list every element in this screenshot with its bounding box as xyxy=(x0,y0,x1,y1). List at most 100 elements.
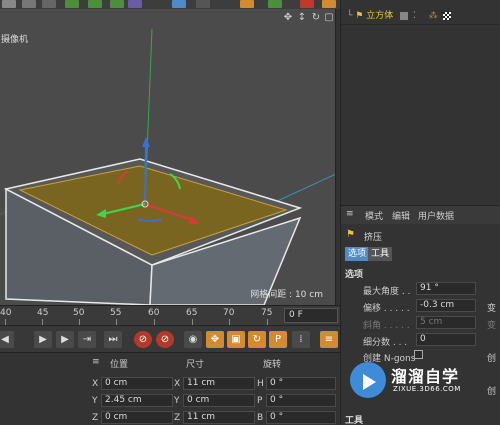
toolbar-icon[interactable] xyxy=(22,0,36,8)
timeline-tick: 55 xyxy=(110,308,122,318)
playback-controls: ◀ ▶ ▶ ⇥ ⏭ ⊘ ⊘ ◉ ✥ ▣ ↻ P ⁞ ≡ xyxy=(0,325,340,352)
bevel-field: 5 cm xyxy=(416,316,476,329)
watermark-title: 溜溜自学 xyxy=(391,367,460,386)
axis-label: Z xyxy=(92,413,99,423)
toolbar-icon[interactable] xyxy=(2,0,16,8)
toolbar-icon[interactable] xyxy=(172,0,186,8)
extrude-icon: ⚑ xyxy=(346,229,355,240)
layer-icon[interactable] xyxy=(400,11,409,20)
toolbar-icon[interactable] xyxy=(128,0,142,8)
toolbar-icon[interactable] xyxy=(240,0,254,8)
timeline[interactable]: 40 45 50 55 60 65 70 75 0 F xyxy=(0,305,340,325)
coordinates-manager: ≡ 位置 尺寸 旋转 X 0 cm X 11 cm H 0 ° Y 2.45 c… xyxy=(0,352,340,425)
zoom-view-icon[interactable]: ↕ xyxy=(296,12,308,24)
extrude-object-icon: ⚑ xyxy=(355,11,364,21)
move-view-icon[interactable]: ✥ xyxy=(282,12,294,24)
rotation-h-field[interactable]: 0 ° xyxy=(266,377,336,390)
size-z-field[interactable]: 11 cm xyxy=(183,411,255,424)
tag-icon[interactable]: ⁂ xyxy=(429,11,438,21)
rotation-b-field[interactable]: 0 ° xyxy=(266,411,336,424)
axis-label: Y xyxy=(92,396,98,406)
timeline-tick: 75 xyxy=(261,308,273,318)
section-tools-heading: 工具 xyxy=(345,416,364,425)
next-key-button[interactable]: ⇥ xyxy=(78,331,96,348)
axis-label: B xyxy=(257,413,264,423)
timeline-tick: 60 xyxy=(148,308,160,318)
tab-tools[interactable]: 工具 xyxy=(368,247,393,261)
toolbar-icon[interactable] xyxy=(322,0,336,8)
size-x-field[interactable]: 11 cm xyxy=(183,377,255,390)
rotation-p-field[interactable]: 0 ° xyxy=(266,394,336,407)
autokey-button[interactable]: ⊘ xyxy=(156,331,174,348)
maximize-view-icon[interactable]: ▢ xyxy=(323,12,335,24)
clipped-label: 变 xyxy=(487,321,497,331)
toolbar-icon[interactable] xyxy=(268,0,282,8)
subdivision-field[interactable]: 0 xyxy=(416,333,476,346)
current-frame-field[interactable]: 0 F xyxy=(284,308,338,323)
toolbar-icon[interactable] xyxy=(65,0,79,8)
timeline-tick: 40 xyxy=(0,308,12,318)
menu-mode[interactable]: 模式 xyxy=(365,209,383,222)
axis-label: X xyxy=(174,379,181,389)
next-frame-button[interactable]: ▶ xyxy=(56,331,74,348)
key-position-icon[interactable]: ✥ xyxy=(206,331,224,348)
material-tag-icon[interactable] xyxy=(442,11,451,20)
viewport-scene xyxy=(0,28,335,305)
timeline-tick: 70 xyxy=(223,308,235,318)
key-parameter-icon[interactable]: P xyxy=(269,331,287,348)
timeline-tick: 45 xyxy=(37,308,49,318)
menu-user-data[interactable]: 用户数据 xyxy=(418,209,454,222)
attribute-menu-bar: ≡ 模式 编辑 用户数据 xyxy=(341,206,500,224)
object-row-cube[interactable]: └ ⚑ 立方体 ⁚ ⁂ xyxy=(347,8,451,21)
rotation-header: 旋转 xyxy=(263,360,282,370)
menu-icon[interactable]: ≡ xyxy=(346,209,354,219)
object-manager: └ ⚑ 立方体 ⁚ ⁂ xyxy=(340,0,500,205)
axis-label: P xyxy=(257,396,263,406)
timeline-window-icon[interactable]: ≡ xyxy=(320,331,338,348)
tab-options[interactable]: 选项 xyxy=(345,247,370,261)
toolbar-icon[interactable] xyxy=(300,0,314,8)
rotate-view-icon[interactable]: ↻ xyxy=(310,12,322,24)
ngons-checkbox[interactable] xyxy=(414,350,423,359)
toolbar-icon[interactable] xyxy=(42,0,56,8)
prop-label: 偏移 . . . . . xyxy=(363,304,410,314)
prop-label: 斜角 . . . . . xyxy=(363,321,410,331)
keyframe-selection-icon[interactable]: ◉ xyxy=(184,331,202,348)
camera-label: 摄像机 xyxy=(1,35,29,45)
prop-label: 细分数 . . . xyxy=(363,338,408,348)
menu-edit[interactable]: 编辑 xyxy=(392,209,410,222)
gizmo-blue-axis xyxy=(144,143,147,205)
clipped-label: 创 xyxy=(487,387,497,397)
toolbar-icon[interactable] xyxy=(196,0,210,8)
coord-menu-icon[interactable]: ≡ xyxy=(92,357,100,367)
object-name[interactable]: 立方体 xyxy=(366,11,393,21)
play-button[interactable]: ▶ xyxy=(34,331,52,348)
position-y-field[interactable]: 2.45 cm xyxy=(101,394,173,407)
size-header: 尺寸 xyxy=(186,360,205,370)
viewport[interactable]: ✥ ↕ ↻ ▢ 摄像机 网格间距 : 10 cm xyxy=(0,9,336,305)
record-button[interactable]: ⊘ xyxy=(134,331,152,348)
prop-label: 最大角度 . . xyxy=(363,287,411,297)
position-header: 位置 xyxy=(110,360,129,370)
gizmo-blue-arrow xyxy=(142,137,150,147)
visibility-dots-icon[interactable]: ⁚ xyxy=(413,11,416,21)
position-x-field[interactable]: 0 cm xyxy=(101,377,173,390)
position-z-field[interactable]: 0 cm xyxy=(101,411,173,424)
key-scale-icon[interactable]: ▣ xyxy=(227,331,245,348)
offset-field[interactable]: -0.3 cm xyxy=(416,299,476,312)
grid-spacing-label: 网格间距 : 10 cm xyxy=(250,290,323,300)
axis-label: Y xyxy=(174,396,180,406)
timeline-tick: 50 xyxy=(73,308,85,318)
goto-end-button[interactable]: ⏭ xyxy=(104,331,122,348)
clipped-label: 创 xyxy=(487,354,497,364)
key-rotation-icon[interactable]: ↻ xyxy=(248,331,266,348)
size-y-field[interactable]: 0 cm xyxy=(183,394,255,407)
main-toolbar xyxy=(0,0,340,9)
prev-frame-button[interactable]: ◀ xyxy=(0,331,14,348)
tree-line-icon: └ xyxy=(347,11,353,21)
axis-label: Z xyxy=(174,413,181,423)
toolbar-icon[interactable] xyxy=(88,0,102,8)
key-pla-icon[interactable]: ⁞ xyxy=(292,331,310,348)
max-angle-field[interactable]: 91 ° xyxy=(416,282,476,295)
toolbar-icon[interactable] xyxy=(110,0,124,8)
